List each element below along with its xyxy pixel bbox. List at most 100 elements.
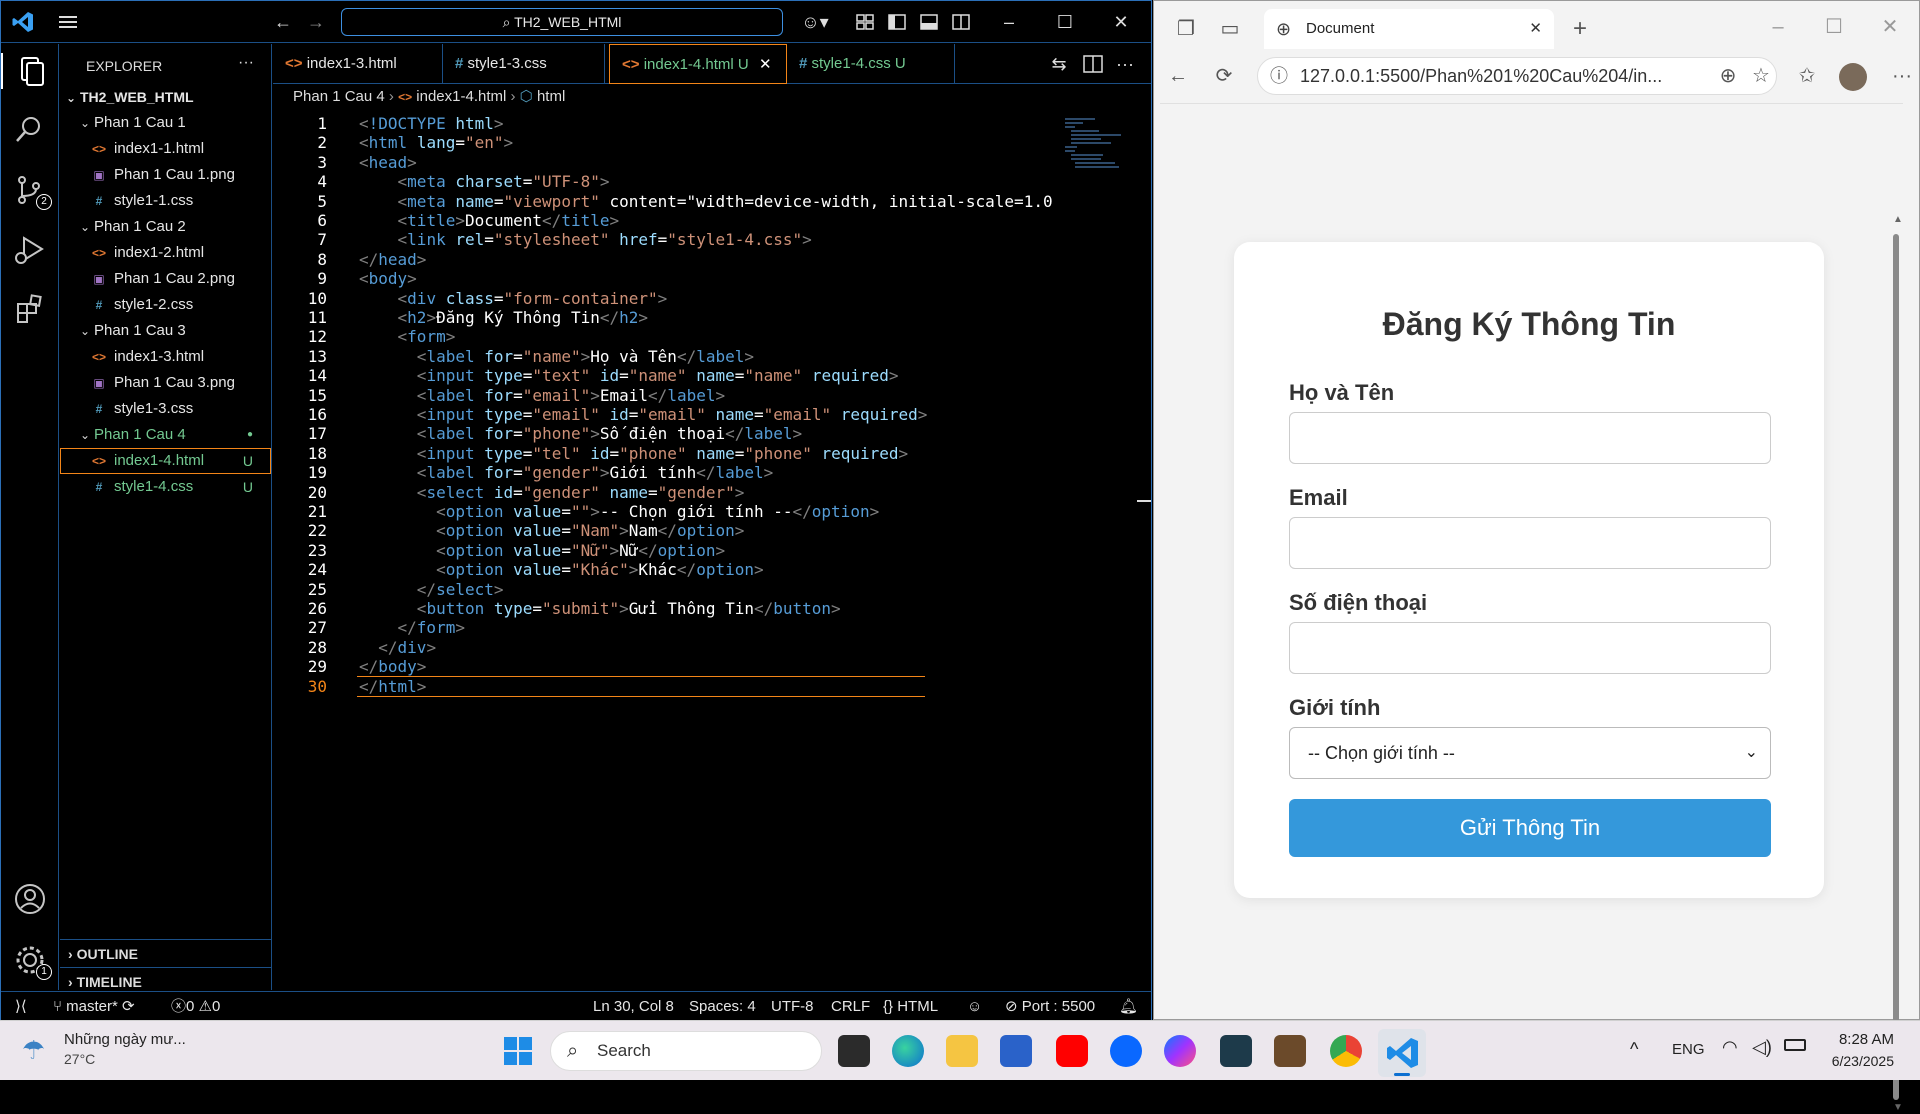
file-index1-4-html[interactable]: <> index1-4.html U bbox=[60, 448, 271, 474]
favorites-icon[interactable]: ✩ bbox=[1793, 64, 1821, 88]
windows-start-icon[interactable] bbox=[502, 1035, 534, 1067]
folder-phan-1-cau-2[interactable]: ⌄ Phan 1 Cau 2 bbox=[60, 214, 271, 240]
breadcrumb-file[interactable]: index1-4.html bbox=[416, 88, 506, 105]
explorer-icon[interactable] bbox=[1, 53, 59, 89]
battery-icon[interactable] bbox=[1784, 1039, 1806, 1051]
encoding[interactable]: UTF-8 bbox=[771, 992, 814, 1022]
customize-layout-icon[interactable] bbox=[853, 10, 877, 34]
minimize-icon[interactable]: – bbox=[997, 10, 1021, 34]
git-branch[interactable]: ⑂ master* ⟳ bbox=[53, 992, 135, 1022]
cursor-position[interactable]: Ln 30, Col 8 bbox=[593, 992, 674, 1022]
problems-indicator[interactable]: ⓧ0 ⚠0 bbox=[171, 992, 220, 1022]
back-arrow-icon[interactable]: ← bbox=[271, 10, 295, 34]
task-view-icon[interactable] bbox=[838, 1035, 870, 1067]
file-index1-1-html[interactable]: <> index1-1.html bbox=[60, 136, 271, 162]
tab-index1-3[interactable]: <> index1-3.html bbox=[273, 44, 443, 84]
file-style1-4-css[interactable]: # style1-4.css U bbox=[60, 474, 271, 500]
compare-changes-icon[interactable]: ⇆ bbox=[1047, 52, 1071, 76]
refresh-icon[interactable]: ⟳ bbox=[1210, 64, 1238, 88]
league-of-legends-icon[interactable] bbox=[1220, 1035, 1252, 1067]
minimap[interactable] bbox=[1063, 116, 1133, 172]
file-style1-2-css[interactable]: # style1-2.css bbox=[60, 292, 271, 318]
indentation[interactable]: Spaces: 4 bbox=[689, 992, 756, 1022]
file-index1-2-html[interactable]: <> index1-2.html bbox=[60, 240, 271, 266]
language-mode[interactable]: {} HTML bbox=[883, 992, 938, 1022]
name-input[interactable] bbox=[1289, 412, 1771, 464]
copilot-icon[interactable]: ☺▾ bbox=[797, 10, 833, 34]
breadcrumb-symbol[interactable]: html bbox=[537, 88, 565, 105]
forward-arrow-icon[interactable]: → bbox=[304, 10, 328, 34]
page-scrollbar[interactable]: ▲ ▼ bbox=[1891, 214, 1903, 1114]
extensions-icon[interactable] bbox=[12, 292, 48, 328]
more-actions-icon[interactable]: ··· bbox=[238, 54, 254, 72]
accounts-icon[interactable] bbox=[12, 881, 48, 917]
close-icon[interactable]: ✕ bbox=[1109, 10, 1133, 34]
close-tab-icon[interactable]: ✕ bbox=[759, 56, 772, 73]
tab-style1-3[interactable]: # style1-3.css bbox=[443, 44, 605, 84]
chrome-icon[interactable] bbox=[1330, 1035, 1362, 1067]
tab-index1-4[interactable]: <> index1-4.html U ✕ bbox=[609, 44, 787, 84]
chevron-up-icon[interactable]: ^ bbox=[1630, 1039, 1638, 1060]
file-phan-1-cau-3-png[interactable]: ▣ Phan 1 Cau 3.png bbox=[60, 370, 271, 396]
maximize-icon[interactable]: ☐ bbox=[1053, 10, 1077, 34]
breadcrumb-folder[interactable]: Phan 1 Cau 4 bbox=[293, 88, 385, 105]
edge-icon[interactable] bbox=[892, 1035, 924, 1067]
scrollbar-thumb[interactable] bbox=[1893, 234, 1899, 1100]
microsoft-store-icon[interactable] bbox=[1000, 1035, 1032, 1067]
email-input[interactable] bbox=[1289, 517, 1771, 569]
line-ending[interactable]: CRLF bbox=[831, 992, 870, 1022]
notifications-bell-icon[interactable]: 🔔︎ bbox=[1119, 992, 1138, 1022]
code-editor[interactable]: 1 <!DOCTYPE html> 2 <html lang="en"> 3 <head>… bbox=[273, 112, 1151, 990]
tab-actions-icon[interactable]: ▭ bbox=[1216, 17, 1244, 41]
back-arrow-icon[interactable]: ← bbox=[1164, 64, 1192, 88]
youtube-icon[interactable] bbox=[1056, 1035, 1088, 1067]
vscode-taskbar-active[interactable] bbox=[1378, 1029, 1426, 1077]
folder-phan-1-cau-3[interactable]: ⌄ Phan 1 Cau 3 bbox=[60, 318, 271, 344]
clock-time[interactable]: 8:28 AM bbox=[1810, 1031, 1894, 1048]
messenger-icon[interactable] bbox=[1164, 1035, 1196, 1067]
run-debug-icon[interactable] bbox=[12, 232, 48, 268]
favorite-star-icon[interactable]: ☆ bbox=[1747, 64, 1775, 88]
folder-phan-1-cau-4[interactable]: ⌄ Phan 1 Cau 4 ● bbox=[60, 422, 271, 448]
address-bar[interactable]: ⓘ 127.0.0.1:5500/Phan%201%20Cau%204/in..… bbox=[1257, 57, 1777, 95]
tab-style1-4[interactable]: # style1-4.css U bbox=[787, 44, 955, 84]
editor-more-icon[interactable]: ··· bbox=[1113, 52, 1137, 76]
source-control-icon[interactable]: 2 bbox=[12, 172, 52, 210]
toggle-panel-icon[interactable] bbox=[917, 10, 941, 34]
file-explorer-icon[interactable] bbox=[946, 1035, 978, 1067]
profile-avatar[interactable] bbox=[1839, 63, 1867, 91]
minimize-icon[interactable]: – bbox=[1764, 15, 1792, 39]
toggle-sidebar-icon[interactable] bbox=[885, 10, 909, 34]
scroll-down-icon[interactable]: ▼ bbox=[1893, 1102, 1903, 1113]
copilot-status-icon[interactable]: ☺ bbox=[967, 992, 982, 1022]
file-style1-3-css[interactable]: # style1-3.css bbox=[60, 396, 271, 422]
maximize-icon[interactable]: ☐ bbox=[1820, 15, 1848, 39]
file-phan-1-cau-2-png[interactable]: ▣ Phan 1 Cau 2.png bbox=[60, 266, 271, 292]
command-center-search[interactable]: ⌕ TH2_WEB_HTMl bbox=[341, 8, 783, 36]
scroll-up-icon[interactable]: ▲ bbox=[1893, 214, 1903, 225]
clock-date[interactable]: 6/23/2025 bbox=[1810, 1053, 1894, 1069]
volume-icon[interactable]: ◁) bbox=[1752, 1037, 1772, 1058]
file-phan-1-cau-1-png[interactable]: ▣ Phan 1 Cau 1.png bbox=[60, 162, 271, 188]
input-language[interactable]: ENG bbox=[1672, 1041, 1705, 1058]
zalo-icon[interactable] bbox=[1110, 1035, 1142, 1067]
close-tab-icon[interactable]: ✕ bbox=[1529, 9, 1542, 49]
wifi-icon[interactable]: ◠ bbox=[1722, 1037, 1738, 1058]
folder-phan-1-cau-1[interactable]: ⌄ Phan 1 Cau 1 bbox=[60, 110, 271, 136]
folder-th2-web-html[interactable]: ⌄ TH2_WEB_HTML bbox=[60, 84, 271, 110]
settings-more-icon[interactable]: ··· bbox=[1888, 64, 1916, 88]
submit-button[interactable]: Gửi Thông Tin bbox=[1289, 799, 1771, 857]
browser-tab-document[interactable]: ⊕ Document ✕ bbox=[1264, 9, 1554, 49]
new-tab-icon[interactable]: + bbox=[1566, 17, 1594, 41]
split-editor-icon[interactable] bbox=[1081, 52, 1105, 76]
outline-section-header[interactable]: › OUTLINE bbox=[60, 939, 271, 967]
taskbar-search-box[interactable]: ⌕ Search bbox=[550, 1031, 822, 1071]
weather-text[interactable]: Những ngày mư... bbox=[64, 1031, 186, 1048]
toggle-secondary-sidebar-icon[interactable] bbox=[949, 10, 973, 34]
zoom-icon[interactable]: ⊕ bbox=[1714, 64, 1742, 88]
file-index1-3-html[interactable]: <> index1-3.html bbox=[60, 344, 271, 370]
live-server-port[interactable]: ⊘ Port : 5500 bbox=[1005, 992, 1095, 1022]
file-style1-1-css[interactable]: # style1-1.css bbox=[60, 188, 271, 214]
remote-icon[interactable]: ⟩⟨ bbox=[15, 992, 27, 1022]
gender-select[interactable]: -- Chọn giới tính -- ⌄ bbox=[1289, 727, 1771, 779]
